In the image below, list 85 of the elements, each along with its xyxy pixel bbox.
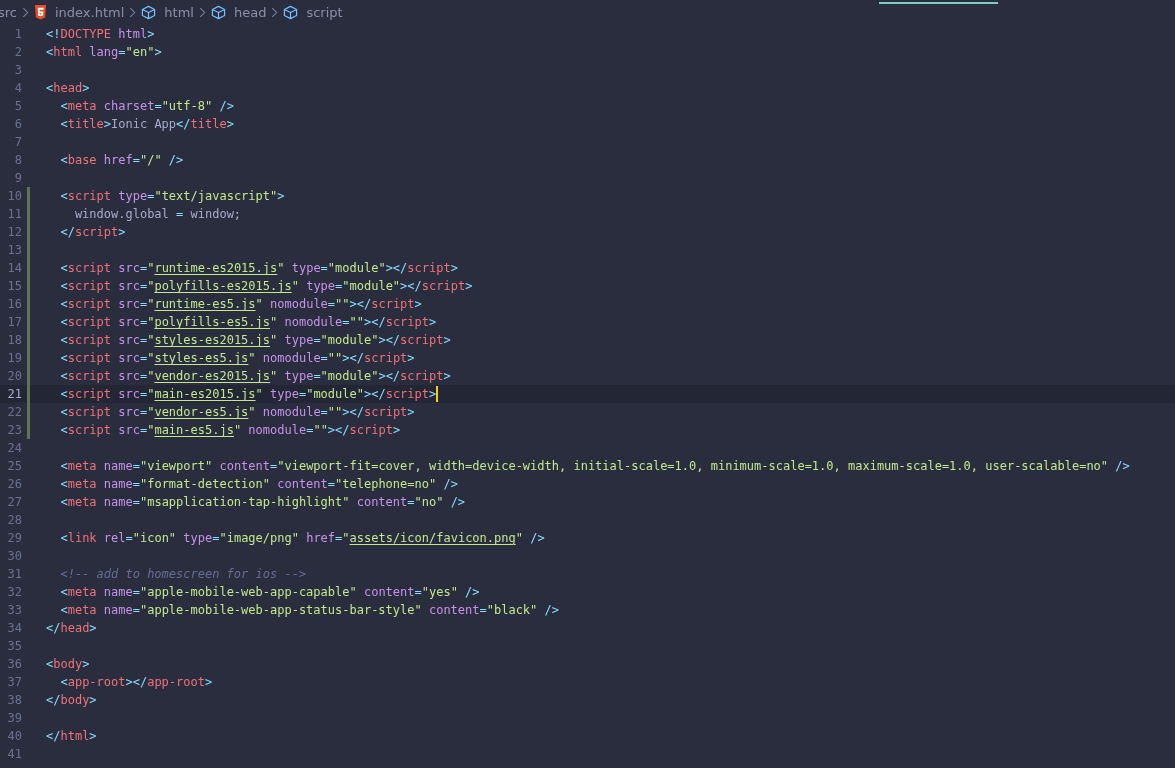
line-number: 38 [6, 692, 22, 709]
cube-icon [283, 5, 299, 20]
line-number: 17 [6, 314, 22, 331]
code-line: <script src="vendor-es2015.js" type="module"></script> [59, 368, 451, 385]
code-line: <!-- add to homescreen for ios --> [59, 566, 307, 583]
line-number: 23 [6, 422, 22, 439]
line-number: 24 [6, 440, 22, 457]
html5-icon [34, 5, 47, 20]
code-line: <head> [46, 80, 90, 97]
code-line: <script src="main-es2015.js" type="module"></script> [59, 386, 437, 403]
line-number: 36 [6, 656, 22, 673]
code-line: <script src="runtime-es5.js" nomodule=""></script> [59, 296, 422, 313]
code-line: <script src="styles-es2015.js" type="module"></script> [59, 332, 451, 349]
line-number: 1 [13, 26, 22, 43]
code-line: <meta name="apple-mobile-web-app-status-bar-style" content="black" /> [59, 602, 559, 619]
line-number: 35 [6, 638, 22, 655]
line-number: 31 [6, 566, 22, 583]
line-number: 6 [13, 116, 22, 133]
line-number: 40 [6, 728, 22, 745]
code-line: <script src="vendor-es5.js" nomodule=""></script> [59, 404, 415, 421]
code-line: </body> [46, 692, 97, 709]
line-number: 21 [6, 386, 22, 403]
line-number: 13 [6, 242, 22, 259]
line-number: 34 [6, 620, 22, 637]
chevron-icon [198, 7, 206, 18]
code-line: window.global = window; [73, 206, 242, 223]
code-line: </html> [46, 728, 97, 745]
code-line: <app-root></app-root> [59, 674, 213, 691]
code-line: <!DOCTYPE html> [46, 26, 155, 43]
line-number: 41 [6, 746, 22, 763]
code-line: <html lang="en"> [46, 44, 162, 61]
code-line: <script src="polyfills-es5.js" nomodule=""></script> [59, 314, 437, 331]
text-cursor [436, 386, 439, 402]
line-number: 30 [6, 548, 22, 565]
code-line: <meta name="viewport" content="viewport-fit=cover, width=device-width, initial-scale=1.0, minimum-scale=1.0, maximum-scale=1.0, user-scalable=no" /> [59, 458, 1130, 475]
chevron-icon [129, 7, 137, 18]
code-line: <meta name="format-detection" content="telephone=no" /> [59, 476, 458, 493]
line-number: 9 [13, 170, 22, 187]
line-number: 32 [6, 584, 22, 601]
code-line: <link rel="icon" type="image/png" href="assets/icon/favicon.png" /> [59, 530, 545, 547]
line-number: 14 [6, 260, 22, 277]
line-number: 29 [6, 530, 22, 547]
line-number: 11 [6, 206, 22, 223]
line-number: 25 [6, 458, 22, 475]
line-number: 22 [6, 404, 22, 421]
line-number: 3 [13, 62, 22, 79]
line-number: 16 [6, 296, 22, 313]
code-line: <script src="styles-es5.js" nomodule=""></script> [59, 350, 415, 367]
line-number: 19 [6, 350, 22, 367]
code-line: <meta name="msapplication-tap-highlight" content="no" /> [59, 494, 466, 511]
chevron-icon [271, 7, 279, 18]
line-number: 33 [6, 602, 22, 619]
line-number: 26 [6, 476, 22, 493]
line-number: 4 [13, 80, 22, 97]
code-line: <meta name="apple-mobile-web-app-capable" content="yes" /> [59, 584, 480, 601]
line-number: 28 [6, 512, 22, 529]
code-line: </script> [59, 224, 126, 241]
line-number: 18 [6, 332, 22, 349]
breadcrumb-item[interactable]: html [141, 5, 194, 20]
line-number: 10 [6, 188, 22, 205]
code-line: <script src="polyfills-es2015.js" type="module"></script> [59, 278, 473, 295]
code-line: </head> [46, 620, 97, 637]
breadcrumb-item[interactable]: index.html [34, 5, 125, 20]
line-number: 27 [6, 494, 22, 511]
line-number: 12 [6, 224, 22, 241]
line-number: 8 [13, 152, 22, 169]
code-line: <script type="text/javascript"> [59, 188, 285, 205]
line-number: 2 [13, 44, 22, 61]
line-number: 20 [6, 368, 22, 385]
code-line: <script src="main-es5.js" nomodule=""></script> [59, 422, 401, 439]
breadcrumb-item[interactable]: head [210, 5, 267, 20]
code-line: <base href="/" /> [59, 152, 184, 169]
code-line: <title>Ionic App</title> [59, 116, 234, 133]
code-line: <body> [46, 656, 90, 673]
code-line: <script src="runtime-es2015.js" type="module"></script> [59, 260, 458, 277]
line-number: 5 [13, 98, 22, 115]
cube-icon [141, 5, 157, 20]
breadcrumb-item[interactable]: script [283, 5, 343, 20]
line-number: 7 [13, 134, 22, 151]
line-number: 39 [6, 710, 22, 727]
cube-icon [210, 5, 226, 20]
line-number: 15 [6, 278, 22, 295]
line-number: 37 [6, 674, 22, 691]
code-line: <meta charset="utf-8" /> [59, 98, 234, 115]
chevron-icon [22, 7, 29, 18]
